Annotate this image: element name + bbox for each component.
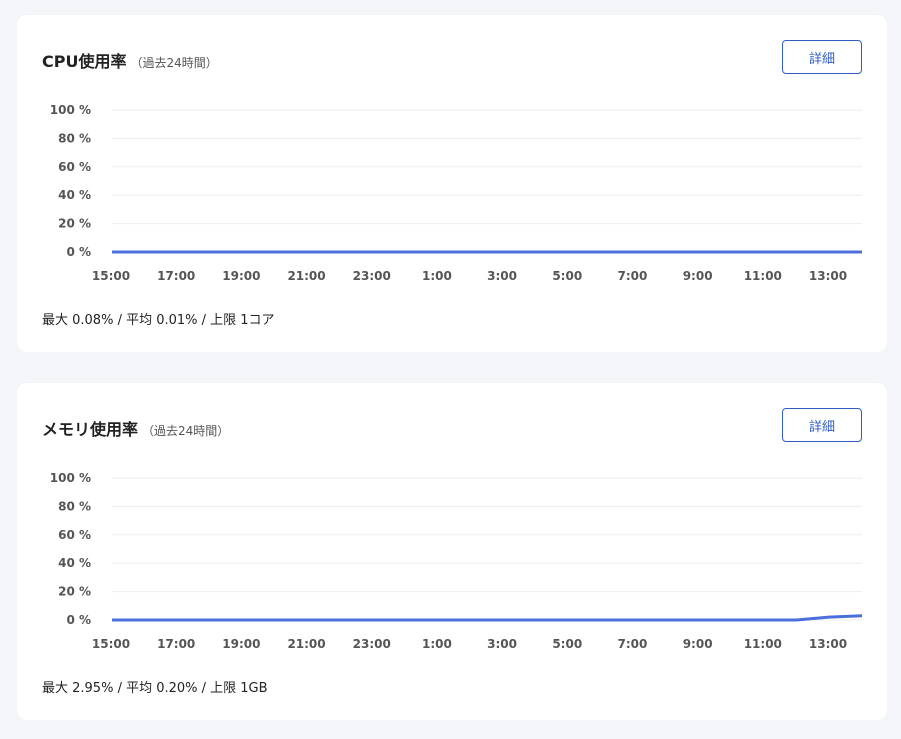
x-tick-label: 21:00	[287, 637, 325, 651]
x-tick-label: 1:00	[422, 637, 452, 651]
x-tick-label: 23:00	[353, 269, 391, 283]
y-tick-label: 60 %	[58, 528, 91, 542]
memory-subtitle: （過去24時間）	[142, 424, 230, 438]
x-tick-label: 7:00	[618, 269, 648, 283]
x-tick-label: 23:00	[353, 637, 391, 651]
memory-usage-chart: 100 % 80 % 60 % 40 % 20 % 0 %15:00 17:00 19:00 2…	[50, 471, 863, 651]
y-tick-label: 40 %	[58, 556, 91, 570]
y-tick-label: 40 %	[58, 188, 91, 202]
x-tick-label: 11:00	[744, 637, 782, 651]
x-tick-label: 21:00	[287, 269, 325, 283]
x-tick-label: 1:00	[422, 269, 452, 283]
y-tick-label: 100 %	[50, 471, 91, 485]
x-tick-label: 9:00	[683, 637, 713, 651]
cpu-usage-chart: 100 % 80 % 60 % 40 % 20 % 0 %15:00 17:00 19:00 2…	[50, 103, 862, 283]
x-tick-label: 17:00	[157, 269, 195, 283]
memory-usage-card: メモリ使用率 （過去24時間） 詳細 100 % 80 % 60 % 40 % 20 %…	[17, 383, 887, 720]
x-tick-label: 3:00	[487, 269, 517, 283]
x-tick-label: 5:00	[552, 637, 582, 651]
y-tick-label: 80 %	[58, 131, 91, 145]
y-tick-label: 20 %	[58, 585, 91, 599]
x-tick-label: 15:00	[92, 637, 130, 651]
x-tick-label: 9:00	[683, 269, 713, 283]
x-tick-label: 13:00	[809, 637, 847, 651]
memory-title-row: メモリ使用率 （過去24時間）	[42, 416, 229, 440]
memory-stats: 最大 2.95% / 平均 0.20% / 上限 1GB	[42, 681, 268, 696]
y-tick-label: 20 %	[58, 217, 91, 231]
x-tick-label: 13:00	[809, 269, 847, 283]
x-tick-label: 19:00	[222, 637, 260, 651]
x-tick-label: 15:00	[92, 269, 130, 283]
y-tick-label: 100 %	[50, 103, 91, 117]
cpu-subtitle: （過去24時間）	[130, 56, 218, 70]
y-tick-label: 60 %	[58, 160, 91, 174]
x-tick-label: 5:00	[552, 269, 582, 283]
cpu-title: CPU使用率	[42, 52, 127, 71]
series-line	[112, 614, 863, 622]
memory-detail-button[interactable]: 詳細	[782, 408, 862, 442]
y-tick-label: 80 %	[58, 499, 91, 513]
y-tick-label: 0 %	[66, 245, 91, 259]
x-tick-label: 17:00	[157, 637, 195, 651]
x-tick-label: 3:00	[487, 637, 517, 651]
cpu-detail-button[interactable]: 詳細	[782, 40, 862, 74]
x-tick-label: 19:00	[222, 269, 260, 283]
x-tick-label: 7:00	[618, 637, 648, 651]
x-tick-label: 11:00	[744, 269, 782, 283]
cpu-usage-card: CPU使用率 （過去24時間） 詳細 100 % 80 % 60 % 40 % 20 %…	[17, 15, 887, 352]
cpu-stats: 最大 0.08% / 平均 0.01% / 上限 1コア	[42, 313, 275, 328]
y-tick-label: 0 %	[66, 613, 91, 627]
memory-title: メモリ使用率	[42, 420, 139, 439]
cpu-title-row: CPU使用率 （過去24時間）	[42, 48, 218, 72]
